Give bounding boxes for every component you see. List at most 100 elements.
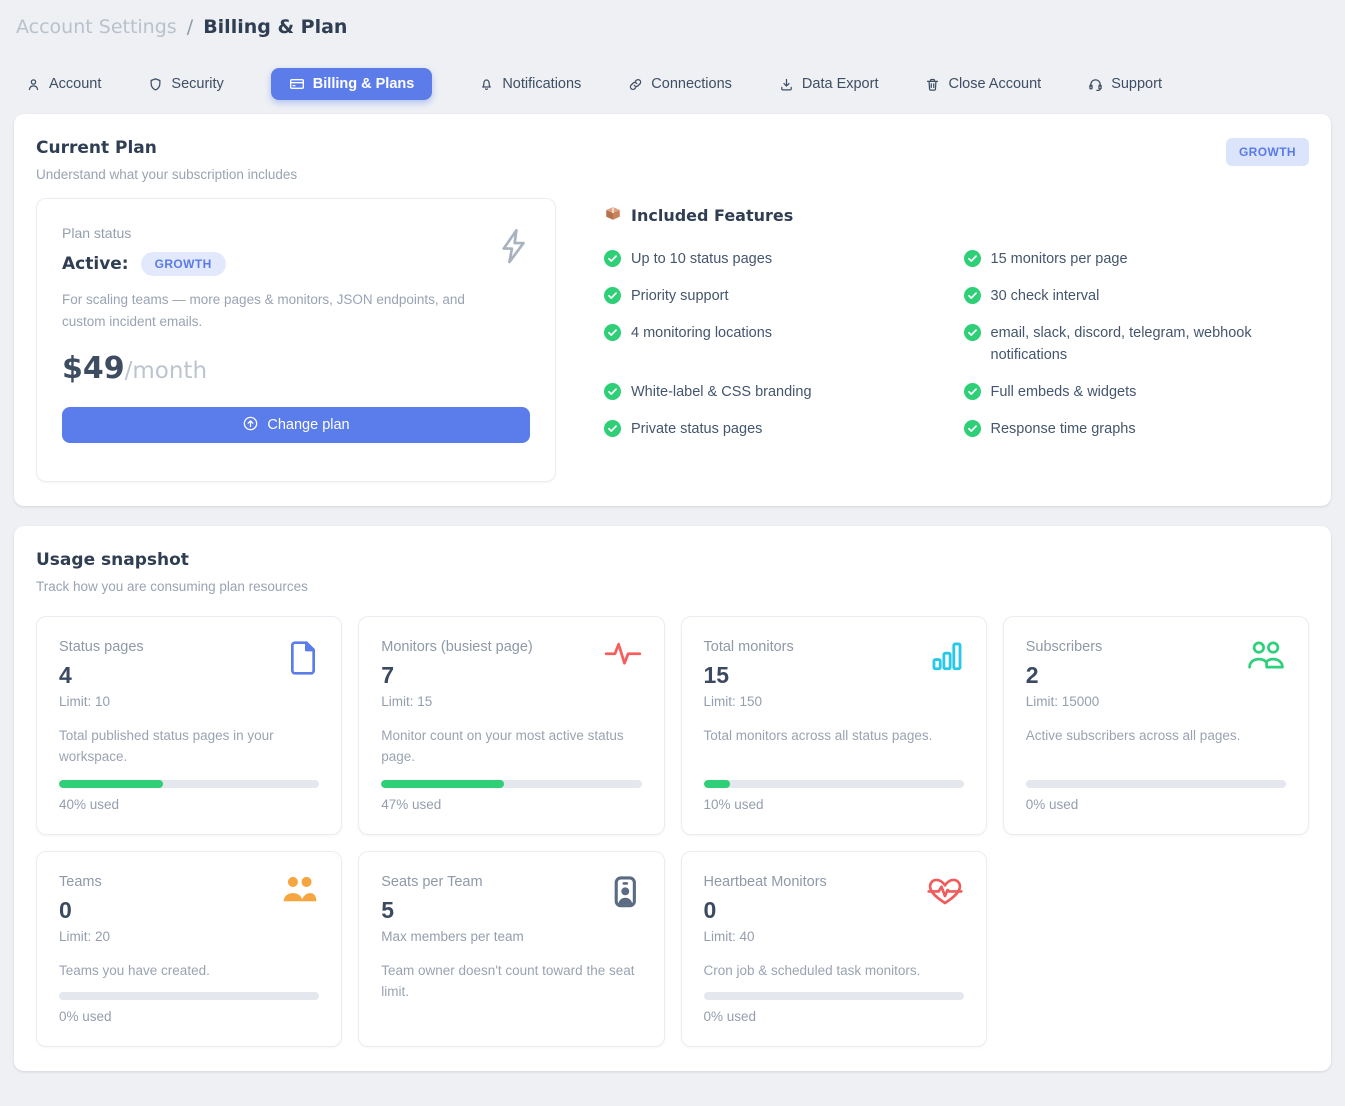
usage-card-heartbeat-monitors: Heartbeat Monitors 0 Limit: 40 Cron job …: [681, 851, 987, 1047]
plan-period: /month: [125, 358, 207, 384]
card-value: 0: [59, 897, 319, 924]
tab-data-export[interactable]: Data Export: [779, 68, 879, 100]
tab-close-account[interactable]: Close Account: [925, 68, 1041, 100]
package-icon: [604, 204, 622, 226]
tab-label: Notifications: [502, 76, 581, 92]
current-plan-title: Current Plan: [36, 138, 297, 158]
feature-item: 4 monitoring locations: [604, 322, 950, 366]
card-title: Status pages: [59, 639, 319, 655]
progress-bar: [381, 780, 641, 788]
bar-chart-icon: [930, 639, 964, 678]
breadcrumb-separator: /: [187, 16, 193, 38]
plan-tier-pill: GROWTH: [141, 252, 226, 276]
progress-bar: [59, 780, 319, 788]
tab-security[interactable]: Security: [148, 68, 223, 100]
usage-title: Usage snapshot: [36, 550, 308, 570]
tab-support[interactable]: Support: [1088, 68, 1162, 100]
change-plan-button[interactable]: Change plan: [62, 407, 530, 443]
heart-pulse-icon: [926, 874, 964, 913]
usage-card-status-pages: Status pages 4 Limit: 10 Total published…: [36, 616, 342, 835]
user-icon: [26, 77, 41, 92]
card-title: Heartbeat Monitors: [704, 874, 964, 890]
plan-status-card: Plan status Active: GROWTH For scaling t…: [36, 198, 556, 482]
card-description: Monitor count on your most active status…: [381, 726, 641, 768]
features-grid: Up to 10 status pages 15 monitors per pa…: [604, 248, 1309, 440]
card-description: Total monitors across all status pages.: [704, 726, 964, 747]
tab-label: Connections: [651, 76, 732, 92]
card-title: Teams: [59, 874, 319, 890]
settings-tabbar: Account Security Billing & Plans Notific…: [16, 68, 1329, 100]
progress-bar: [704, 992, 964, 1000]
progress-bar: [1026, 780, 1286, 788]
id-badge-icon: [608, 874, 642, 915]
pulse-icon: [604, 639, 642, 672]
bell-icon: [479, 77, 494, 92]
card-value: 15: [704, 662, 964, 689]
progress-bar: [704, 780, 964, 788]
tab-label: Support: [1111, 76, 1162, 92]
download-icon: [779, 77, 794, 92]
link-icon: [628, 77, 643, 92]
usage-grid: Status pages 4 Limit: 10 Total published…: [36, 616, 1309, 1047]
plan-description: For scaling teams — more pages & monitor…: [62, 289, 472, 332]
percent-used-label: 0% used: [704, 1009, 964, 1024]
file-icon: [287, 639, 319, 682]
card-description: Team owner doesn't count toward the seat…: [381, 961, 641, 1003]
breadcrumb-section[interactable]: Account Settings: [16, 16, 177, 38]
tab-connections[interactable]: Connections: [628, 68, 732, 100]
tab-label: Account: [49, 76, 101, 92]
progress-bar: [59, 992, 319, 1000]
card-limit: Limit: 150: [704, 694, 964, 709]
price-line: $49/month: [62, 351, 530, 386]
card-limit: Limit: 10: [59, 694, 319, 709]
card-description: Total published status pages in your wor…: [59, 726, 319, 768]
credit-card-icon: [289, 76, 305, 92]
features-title: Included Features: [631, 206, 793, 225]
usage-card-teams: Teams 0 Limit: 20 Teams you have created…: [36, 851, 342, 1047]
feature-item: Priority support: [604, 285, 950, 307]
percent-used-label: 47% used: [381, 797, 641, 812]
plan-price: $49: [62, 351, 125, 386]
usage-subtitle: Track how you are consuming plan resourc…: [36, 579, 308, 594]
card-limit: Max members per team: [381, 929, 641, 944]
card-value: 0: [704, 897, 964, 924]
plan-row: Plan status Active: GROWTH For scaling t…: [36, 198, 1309, 482]
percent-used-label: 40% used: [59, 797, 319, 812]
included-features: Included Features Up to 10 status pages …: [604, 198, 1309, 440]
card-description: Active subscribers across all pages.: [1026, 726, 1286, 747]
feature-item: Private status pages: [604, 418, 950, 440]
shield-icon: [148, 77, 163, 92]
current-plan-header: Current Plan Understand what your subscr…: [36, 138, 1309, 182]
card-limit: Limit: 20: [59, 929, 319, 944]
tab-label: Billing & Plans: [313, 76, 415, 92]
feature-item: Response time graphs: [964, 418, 1310, 440]
card-value: 5: [381, 897, 641, 924]
usage-card-seats-per-team: Seats per Team 5 Max members per team Te…: [358, 851, 664, 1047]
feature-item: 15 monitors per page: [964, 248, 1310, 270]
card-limit: Limit: 15: [381, 694, 641, 709]
users-outline-icon: [1246, 639, 1286, 676]
percent-used-label: 10% used: [704, 797, 964, 812]
page-title: Billing & Plan: [203, 16, 347, 38]
tab-label: Security: [171, 76, 223, 92]
users-filled-icon: [281, 874, 319, 909]
tab-notifications[interactable]: Notifications: [479, 68, 581, 100]
percent-used-label: 0% used: [59, 1009, 319, 1024]
tab-account[interactable]: Account: [26, 68, 101, 100]
trash-icon: [925, 77, 940, 92]
usage-snapshot-panel: Usage snapshot Track how you are consumi…: [14, 526, 1331, 1071]
tab-label: Close Account: [948, 76, 1041, 92]
headset-icon: [1088, 77, 1103, 92]
card-limit: Limit: 40: [704, 929, 964, 944]
feature-item: Up to 10 status pages: [604, 248, 950, 270]
card-title: Seats per Team: [381, 874, 641, 890]
change-plan-label: Change plan: [267, 417, 349, 433]
plan-active-text: Active:: [62, 254, 129, 274]
card-title: Total monitors: [704, 639, 964, 655]
feature-item: Full embeds & widgets: [964, 381, 1310, 403]
tab-billing-plans[interactable]: Billing & Plans: [271, 68, 433, 100]
current-plan-subtitle: Understand what your subscription includ…: [36, 167, 297, 182]
plan-status-label: Plan status: [62, 225, 530, 241]
feature-item: White-label & CSS branding: [604, 381, 950, 403]
usage-card-subscribers: Subscribers 2 Limit: 15000 Active subscr…: [1003, 616, 1309, 835]
